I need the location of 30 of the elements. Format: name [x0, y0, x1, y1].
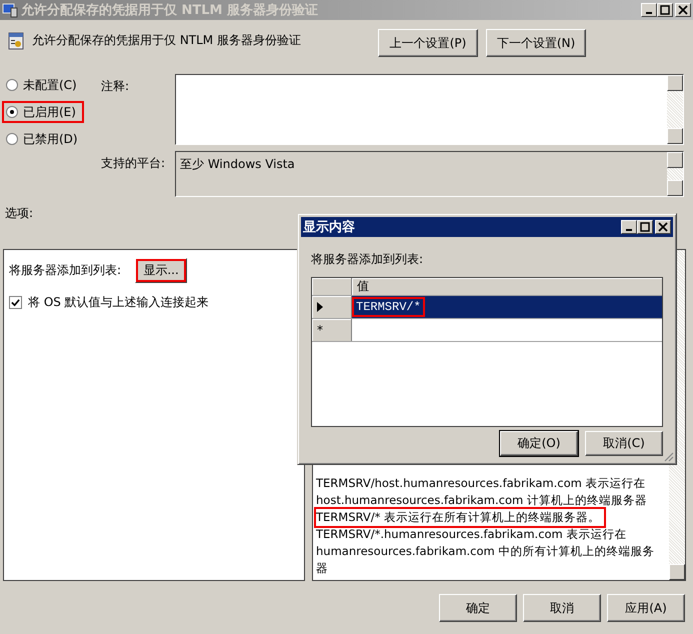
dialog-button[interactable]: 应用(A) — [607, 594, 685, 622]
dialog-button[interactable]: 取消(C) — [585, 431, 663, 456]
dialog-button[interactable]: 确定(O) — [500, 431, 578, 456]
radio-label: 未配置(C) — [23, 76, 77, 94]
grid-cell[interactable]: TERMSRV/* — [352, 296, 662, 318]
window-title: 允许分配保存的凭据用于仅 NTLM 服务器身份验证 — [21, 2, 318, 19]
help-text-line: host.humanresources.fabrikam.com 计算机上的终端服务器 — [316, 492, 648, 509]
help-text-line: humanresources.fabrikam.com 中的所有计算机上的终端服务 — [316, 543, 656, 560]
platform-label: 支持的平台: — [101, 155, 166, 172]
nav-button[interactable]: 上一个设置(P) — [378, 29, 478, 57]
list-label: 将服务器添加到列表: — [9, 262, 122, 279]
radio-label: 已禁用(D) — [23, 130, 78, 148]
help-text-line: TERMSRV/host.humanresources.fabrikam.com 表示运行在 — [316, 475, 646, 492]
list-label: 将服务器添加到列表: — [311, 251, 424, 268]
options-label: 选项: — [5, 206, 34, 220]
help-text-line: 器 — [316, 560, 329, 577]
help-text-line: TERMSRV/* 表示运行在所有计算机上的终端服务器。 — [316, 509, 604, 526]
checkbox-label: 将 OS 默认值与上述输入连接起来 — [28, 294, 209, 311]
dialog-title: 显示内容 — [303, 218, 355, 236]
dialog-button[interactable]: 取消 — [523, 594, 601, 622]
help-text-line: TERMSRV/*.humanresources.fabrikam.com 表示运行在 — [316, 526, 628, 543]
setting-title: 允许分配保存的凭据用于仅 NTLM 服务器身份验证 — [32, 32, 301, 49]
platform-value: 至少 Windows Vista — [179, 156, 296, 173]
radio-label: 已启用(E) — [23, 104, 76, 120]
nav-button[interactable]: 下一个设置(N) — [486, 29, 586, 57]
show-button[interactable]: 显示... — [135, 258, 188, 283]
new-row-marker: * — [312, 319, 352, 341]
dialog-button[interactable]: 确定 — [439, 594, 517, 622]
column-header[interactable]: 值 — [352, 278, 662, 295]
comment-label: 注释: — [101, 78, 130, 95]
